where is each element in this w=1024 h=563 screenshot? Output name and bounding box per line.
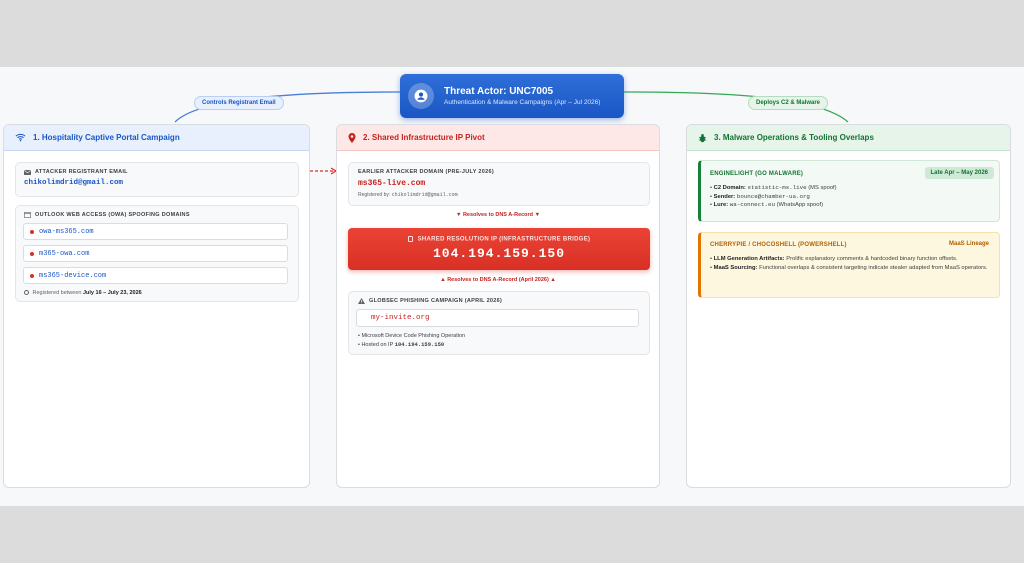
resolves-label-1: ▼ Resolves to DNS A-Record ▼ xyxy=(337,212,659,218)
panel-title: 1. Hospitality Captive Portal Campaign xyxy=(33,133,180,142)
maas-label: MaaS Sourcing: xyxy=(713,264,758,271)
owa-domains-box: OUTLOOK WEB ACCESS (OWA) SPOOFING DOMAIN… xyxy=(15,205,299,302)
llm-line: • LLM Generation Artifacts: Prolific exp… xyxy=(710,256,958,262)
llm-label: LLM Generation Artifacts: xyxy=(713,256,785,262)
sender-line: • Sender: bounce@chamber-ua.org xyxy=(710,192,810,200)
arrow-down-icon: ▼ xyxy=(455,212,462,218)
bullet-dot-icon xyxy=(30,273,34,278)
globsec-bullet-2: • Hosted on IP 104.194.159.150 xyxy=(358,341,465,350)
connector-label-c2: Deploys C2 & Malware xyxy=(748,96,829,110)
server-icon xyxy=(407,236,413,242)
lure-note: (WhatsApp spoof) xyxy=(776,202,824,208)
bridge-caption-row: SHARED RESOLUTION IP (INFRASTRUCTURE BRI… xyxy=(348,236,650,243)
panel-header: 3. Malware Operations & Tooling Overlaps xyxy=(687,125,1010,151)
resolves-label-2: ▲ Resolves to DNS A-Record (April 2026) … xyxy=(337,277,659,283)
globsec-caption-row: GLOBSEC PHISHING CAMPAIGN (APRIL 2026) xyxy=(358,298,640,304)
bug-icon xyxy=(698,133,707,143)
lure-label: Lure: xyxy=(713,202,729,208)
owa-domain: ms365-device.com xyxy=(39,271,107,280)
globsec-bullet-1: • Microsoft Device Code Phishing Operati… xyxy=(358,333,466,339)
bridge-caption: SHARED RESOLUTION IP (INFRASTRUCTURE BRI… xyxy=(417,236,591,243)
c2-value: statistic-ms.live xyxy=(747,184,807,191)
shared-ip-bridge[interactable]: SHARED RESOLUTION IP (INFRASTRUCTURE BRI… xyxy=(348,228,650,270)
cherrypie-card[interactable]: CHERRYPIE / CHOCOSHELL (POWERSHELL) MaaS… xyxy=(698,232,1000,298)
actor-subtitle: Authentication & Malware Campaigns (Apr … xyxy=(444,98,601,106)
location-pin-icon xyxy=(348,132,356,143)
panel-malware-operations: 3. Malware Operations & Tooling Overlaps… xyxy=(686,124,1011,488)
arrow-down-icon: ▼ xyxy=(534,212,541,218)
connector-label-registrant: Controls Registrant Email xyxy=(194,96,284,110)
earlier-caption: EARLIER ATTACKER DOMAIN (PRE-JULY 2026) xyxy=(358,169,494,175)
email-caption-row: ATTACKER REGISTRANT EMAIL xyxy=(24,169,290,175)
owa-domain-item[interactable]: ms365-device.com xyxy=(23,267,288,284)
bridge-ip: 104.194.159.150 xyxy=(432,245,566,261)
globsec-caption: GLOBSEC PHISHING CAMPAIGN (APRIL 2026) xyxy=(369,298,503,304)
date-prefix: Registered between xyxy=(32,290,82,296)
actor-title: Threat Actor: UNC7005 xyxy=(444,85,554,97)
arrow-up-icon: ▲ xyxy=(550,277,556,283)
registrant-email[interactable]: chikolimdrid@gmail.com xyxy=(24,179,290,187)
c2-note: (MS spoof) xyxy=(808,185,837,191)
panel-title: 2. Shared Infrastructure IP Pivot xyxy=(363,133,485,142)
bullet-2-ip: 104.194.159.150 xyxy=(394,340,445,348)
panel-title: 3. Malware Operations & Tooling Overlaps xyxy=(714,133,874,142)
mail-icon xyxy=(24,169,31,175)
bullet-dot-icon xyxy=(30,251,34,256)
globsec-campaign-box: GLOBSEC PHISHING CAMPAIGN (APRIL 2026) m… xyxy=(348,291,650,355)
bullet-dot-icon xyxy=(30,229,34,234)
user-icon xyxy=(408,83,434,109)
registered-by-value: chikolimdrid@gmail.com xyxy=(391,192,458,198)
llm-text: Prolific explanatory comments & hardcode… xyxy=(786,256,958,262)
resolves-text: Resolves to DNS A-Record (April 2026) xyxy=(447,277,549,283)
maas-line: • MaaS Sourcing: Functional overlaps & c… xyxy=(710,264,988,271)
resolves-text: Resolves to DNS A-Record xyxy=(462,212,534,218)
owa-domain-item[interactable]: owa-ms365.com xyxy=(23,223,288,240)
panel-captive-portal: 1. Hospitality Captive Portal Campaign A… xyxy=(3,124,310,488)
warning-icon xyxy=(358,298,365,304)
sender-label: Sender: xyxy=(713,193,736,200)
maas-text: Functional overlaps & consistent targeti… xyxy=(759,264,988,271)
clock-icon xyxy=(24,290,29,296)
registered-by-note: Registered by: chikolimdrid@gmail.com xyxy=(358,192,640,198)
registration-date-note: Registered between July 16 – July 23, 20… xyxy=(24,290,142,296)
arrow-up-icon: ▲ xyxy=(440,277,446,283)
owa-domain-item[interactable]: m365-owa.com xyxy=(23,245,288,262)
globsec-details: • Microsoft Device Code Phishing Operati… xyxy=(358,332,465,349)
wifi-icon xyxy=(15,133,26,142)
panel-header: 1. Hospitality Captive Portal Campaign xyxy=(4,125,309,151)
lineage-badge: MaaS Lineage xyxy=(948,241,989,247)
date-badge: Late Apr – May 2026 xyxy=(924,167,994,179)
threat-actor-node[interactable]: Threat Actor: UNC7005 Authentication & M… xyxy=(400,74,624,118)
window-icon xyxy=(24,212,31,218)
lure-value: wa-connect.eu xyxy=(729,201,775,208)
registrant-email-box: ATTACKER REGISTRANT EMAIL chikolimdrid@g… xyxy=(15,162,299,197)
diagram-canvas: Controls Registrant Email Deploys C2 & M… xyxy=(0,67,1024,506)
lure-line: • Lure: wa-connect.eu (WhatsApp spoof) xyxy=(710,201,824,208)
sender-value: bounce@chamber-ua.org xyxy=(736,192,810,200)
earlier-domain[interactable]: ms365-live.com xyxy=(358,179,640,188)
cherrypie-title: CHERRYPIE / CHOCOSHELL (POWERSHELL) xyxy=(710,242,847,248)
enginelight-title: ENGINELIGHT (GO MALWARE) xyxy=(710,171,804,177)
earlier-domain-box: EARLIER ATTACKER DOMAIN (PRE-JULY 2026) … xyxy=(348,162,650,206)
enginelight-details: • C2 Domain: statistic-ms.live (MS spoof… xyxy=(710,184,837,210)
bullet-2-prefix: • Hosted on IP xyxy=(358,341,394,348)
owa-caption-row: OUTLOOK WEB ACCESS (OWA) SPOOFING DOMAIN… xyxy=(24,212,290,218)
date-range: July 16 – July 23, 2026 xyxy=(82,290,142,296)
enginelight-card[interactable]: ENGINELIGHT (GO MALWARE) Late Apr – May … xyxy=(698,160,1000,222)
panel-header: 2. Shared Infrastructure IP Pivot xyxy=(337,125,659,151)
panel-infrastructure-pivot: 2. Shared Infrastructure IP Pivot EARLIE… xyxy=(336,124,660,488)
c2-line: • C2 Domain: statistic-ms.live (MS spoof… xyxy=(710,184,837,191)
owa-domain: owa-ms365.com xyxy=(39,227,94,236)
invite-domain[interactable]: my-invite.org xyxy=(356,309,639,327)
cherrypie-details: • LLM Generation Artifacts: Prolific exp… xyxy=(710,255,995,272)
owa-domain: m365-owa.com xyxy=(39,249,90,258)
c2-label: C2 Domain: xyxy=(713,185,746,191)
registered-by-label: Registered by: xyxy=(358,192,391,198)
owa-caption: OUTLOOK WEB ACCESS (OWA) SPOOFING DOMAIN… xyxy=(35,212,190,218)
email-caption: ATTACKER REGISTRANT EMAIL xyxy=(35,169,128,175)
